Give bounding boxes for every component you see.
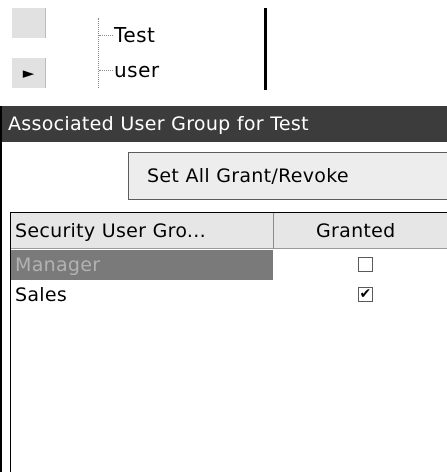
- tree-node-user[interactable]: user: [114, 57, 160, 83]
- table-row[interactable]: Sales ✔: [0, 280, 447, 310]
- tree-node-test[interactable]: Test: [114, 22, 155, 48]
- group-name-cell: Sales: [15, 284, 68, 306]
- granted-cell: [273, 250, 447, 280]
- table-row[interactable]: Manager: [0, 250, 447, 280]
- current-row-arrow-icon[interactable]: ►: [12, 58, 46, 88]
- set-all-grant-revoke-button[interactable]: Set All Grant/Revoke: [128, 152, 447, 200]
- tree-connector-line: [98, 18, 99, 88]
- column-header-security-user-group[interactable]: Security User Gro...: [11, 213, 273, 249]
- column-header-granted[interactable]: Granted: [273, 213, 447, 249]
- checkmark-icon: ✔: [359, 286, 372, 302]
- tree-branch-line: [99, 35, 113, 36]
- column-splitter[interactable]: [264, 8, 267, 90]
- granted-cell: ✔: [273, 280, 447, 310]
- group-name-cell: Manager: [11, 250, 273, 280]
- panel-title: Associated User Group for Test: [2, 106, 447, 142]
- tree-branch-line: [99, 70, 113, 71]
- granted-checkbox[interactable]: ✔: [358, 287, 373, 302]
- row-header-test[interactable]: [12, 8, 46, 38]
- granted-checkbox[interactable]: [358, 257, 373, 272]
